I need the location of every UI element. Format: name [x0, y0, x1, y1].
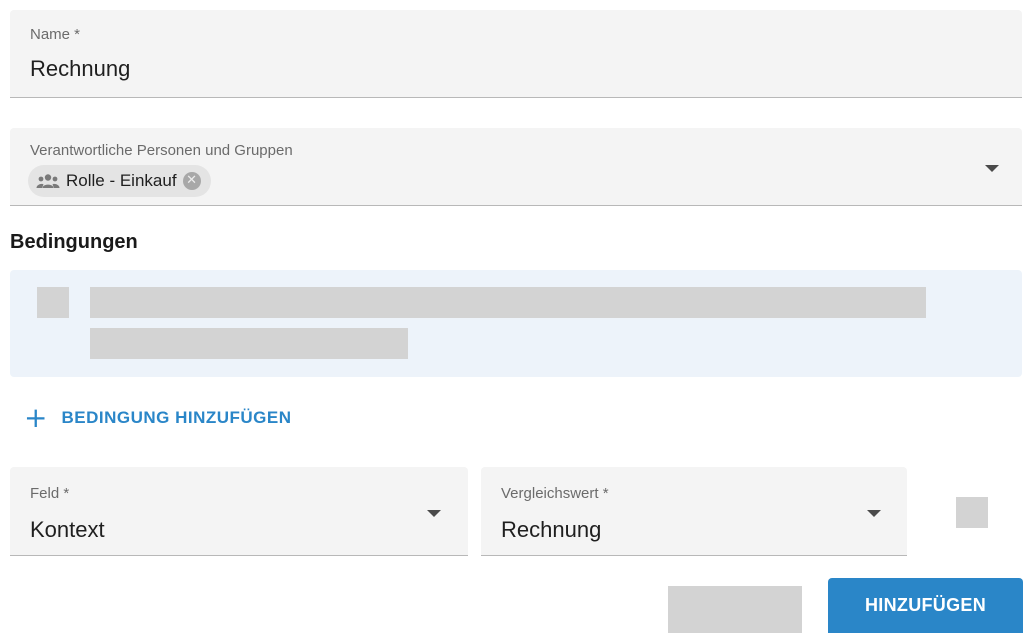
group-icon — [36, 174, 60, 188]
chip-label: Rolle - Einkauf — [66, 171, 177, 190]
skeleton-checkbox — [37, 287, 69, 318]
skeleton-icon-button — [956, 497, 988, 528]
skeleton-button — [668, 586, 802, 633]
vergleichswert-value: Rechnung — [501, 517, 602, 542]
feld-select[interactable]: Feld * Kontext — [10, 467, 468, 556]
plus-icon: + — [24, 401, 48, 434]
conditions-title: Bedingungen — [10, 231, 138, 253]
condition-panel — [10, 270, 1022, 377]
vergleichswert-label: Vergleichswert * — [501, 485, 609, 502]
feld-value: Kontext — [30, 517, 105, 542]
chip-rolle-einkauf[interactable]: Rolle - Einkauf ✕ — [28, 165, 211, 197]
vergleichswert-select[interactable]: Vergleichswert * Rechnung — [481, 467, 907, 556]
responsible-persons-label: Verantwortliche Personen und Gruppen — [30, 142, 293, 159]
feld-label: Feld * — [30, 485, 70, 502]
name-input-value[interactable]: Rechnung — [30, 56, 130, 82]
submit-add-button[interactable]: HINZUFÜGEN — [828, 578, 1023, 633]
name-field-label: Name * — [30, 26, 81, 43]
chevron-down-icon[interactable] — [985, 165, 999, 172]
skeleton-text-line — [90, 287, 926, 318]
chevron-down-icon[interactable] — [867, 510, 881, 517]
chip-remove-icon[interactable]: ✕ — [182, 172, 201, 190]
skeleton-text-line — [90, 328, 408, 359]
name-field[interactable]: Name * Rechnung — [10, 10, 1022, 98]
add-condition-button[interactable]: + BEDINGUNG HINZUFÜGEN — [24, 404, 292, 432]
responsible-persons-select[interactable]: Verantwortliche Personen und Gruppen Rol… — [10, 128, 1022, 206]
add-condition-label: BEDINGUNG HINZUFÜGEN — [61, 408, 292, 427]
chevron-down-icon[interactable] — [427, 510, 441, 517]
